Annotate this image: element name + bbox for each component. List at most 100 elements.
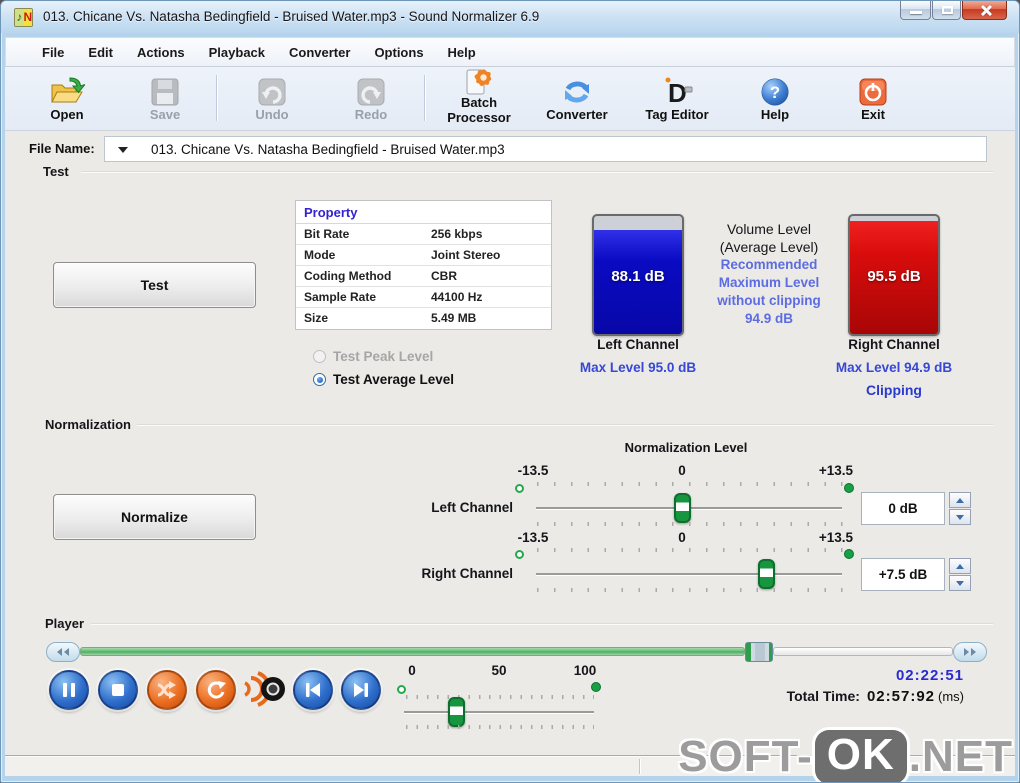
- toolbar-undo-button[interactable]: Undo: [224, 71, 320, 122]
- toolbar-tag-editor-button[interactable]: D Tag Editor: [629, 71, 725, 122]
- toolbar-converter-button[interactable]: Converter: [529, 71, 625, 122]
- volume-button[interactable]: [242, 668, 288, 710]
- watermark: SOFT- OK .NET: [678, 730, 1013, 782]
- exit-power-icon: [825, 71, 921, 107]
- watermark-ok-badge: OK: [814, 730, 907, 782]
- volume-min-dot-icon: [397, 685, 406, 694]
- watermark-part1: SOFT-: [678, 732, 813, 781]
- right-slider-thumb[interactable]: [758, 559, 775, 589]
- app-icon: ♪ N: [14, 8, 33, 27]
- volume-slider-thumb[interactable]: [448, 697, 465, 727]
- progress-bar-filled[interactable]: [80, 647, 745, 656]
- chevron-down-icon[interactable]: [118, 147, 128, 153]
- menu-converter[interactable]: Converter: [277, 41, 362, 64]
- close-icon: [979, 4, 992, 17]
- menu-edit[interactable]: Edit: [76, 41, 125, 64]
- help-question-icon: ?: [727, 71, 823, 107]
- left-channel-meter: 88.1 dB: [592, 214, 684, 336]
- table-row: Coding Method CBR: [296, 266, 551, 287]
- toolbar-open-button[interactable]: Open: [19, 71, 115, 122]
- menu-playback[interactable]: Playback: [197, 41, 277, 64]
- left-db-spinbox[interactable]: 0 dB: [861, 492, 945, 525]
- left-slider-thumb[interactable]: [674, 493, 691, 523]
- converter-refresh-icon: [529, 71, 625, 107]
- right-slider-lower-ticks: [537, 588, 843, 592]
- progress-bar-remaining[interactable]: [773, 647, 953, 656]
- save-floppy-icon: [117, 71, 213, 107]
- file-name-combobox[interactable]: 013. Chicane Vs. Natasha Bedingfield - B…: [104, 136, 987, 162]
- repeat-icon: [207, 681, 226, 699]
- previous-track-icon: [306, 683, 320, 697]
- toolbar-save-button[interactable]: Save: [117, 71, 213, 122]
- stop-button[interactable]: [98, 670, 138, 710]
- watermark-part3: .NET: [908, 732, 1013, 781]
- close-button[interactable]: [962, 1, 1007, 20]
- file-name-value: 013. Chicane Vs. Natasha Bedingfield - B…: [151, 142, 505, 157]
- test-group-line: [81, 171, 993, 172]
- right-slider-upper-ticks: [537, 548, 843, 552]
- volume-50-label: 50: [491, 663, 507, 678]
- pause-button[interactable]: [49, 670, 89, 710]
- toolbar-redo-button[interactable]: Redo: [323, 71, 419, 122]
- right-slider-min-label: -13.5: [517, 530, 549, 545]
- status-bar-separator: [639, 759, 640, 774]
- left-spin-down-button[interactable]: [949, 509, 971, 525]
- left-spin-up-button[interactable]: [949, 492, 971, 508]
- normalization-level-title: Normalization Level: [624, 440, 748, 455]
- radio-circle-icon: [313, 350, 326, 363]
- normalization-group-label: Normalization: [45, 417, 131, 432]
- repeat-button[interactable]: [196, 670, 236, 710]
- table-row: Size 5.49 MB: [304, 311, 477, 325]
- table-row: Sample Rate 44100 Hz: [296, 287, 551, 308]
- volume-slider[interactable]: [404, 711, 594, 713]
- radio-circle-icon: [313, 373, 326, 386]
- right-channel-slider[interactable]: [536, 573, 842, 575]
- right-max-level: Max Level 94.9 dB: [835, 360, 953, 375]
- right-spin-down-button[interactable]: [949, 575, 971, 591]
- left-meter-value: 88.1 dB: [611, 267, 665, 285]
- toolbar-exit-button[interactable]: Exit: [825, 71, 921, 122]
- minimize-button[interactable]: [900, 1, 931, 20]
- volume-level-info: Volume Level (Average Level) Recommended…: [717, 221, 821, 326]
- total-time-unit: (ms): [938, 689, 964, 704]
- left-slider-zero-label: 0: [678, 463, 686, 478]
- test-button[interactable]: Test: [53, 262, 256, 308]
- app-window: ♪ N 013. Chicane Vs. Natasha Bedingfield…: [0, 0, 1020, 783]
- right-channel-meter: 95.5 dB: [848, 214, 940, 336]
- next-track-button[interactable]: [341, 670, 381, 710]
- menu-options[interactable]: Options: [362, 41, 435, 64]
- right-spin-up-button[interactable]: [949, 558, 971, 574]
- toolbar-help-button[interactable]: ? Help: [727, 71, 823, 122]
- menu-help[interactable]: Help: [436, 41, 488, 64]
- progress-thumb[interactable]: [745, 642, 773, 662]
- toolbar-separator: [216, 75, 217, 121]
- right-slider-min-dot-icon: [515, 550, 524, 559]
- total-time-row: Total Time: 02:57:92 (ms): [787, 688, 964, 705]
- property-table-header: Property: [296, 201, 551, 224]
- progress-right-cap[interactable]: [953, 642, 987, 662]
- progress-left-cap[interactable]: [46, 642, 80, 662]
- shuffle-icon: [157, 681, 176, 699]
- pause-icon: [63, 683, 75, 697]
- maximize-button[interactable]: [932, 1, 961, 20]
- right-channel-label: Right Channel: [848, 337, 940, 352]
- menu-file[interactable]: File: [30, 41, 76, 64]
- toolbar-batch-processor-button[interactable]: Batch Processor: [431, 69, 527, 125]
- left-slider-lower-ticks: [537, 522, 843, 526]
- next-track-icon: [354, 683, 368, 697]
- radio-test-peak-level[interactable]: Test Peak Level: [313, 349, 433, 364]
- right-db-spinbox[interactable]: +7.5 dB: [861, 558, 945, 591]
- maximize-icon: [942, 6, 953, 14]
- table-row: Bit Rate 256 kbps: [296, 224, 551, 245]
- menu-bar: File Edit Actions Playback Converter Opt…: [5, 37, 1015, 67]
- speaker-icon: [244, 671, 285, 707]
- previous-track-button[interactable]: [293, 670, 333, 710]
- left-max-level: Max Level 95.0 dB: [579, 360, 697, 375]
- normalization-group-line: [137, 424, 993, 425]
- shuffle-button[interactable]: [147, 670, 187, 710]
- menu-actions[interactable]: Actions: [125, 41, 197, 64]
- radio-test-average-level[interactable]: Test Average Level: [313, 372, 454, 387]
- table-row: Mode Joint Stereo: [296, 245, 551, 266]
- normalize-button[interactable]: Normalize: [53, 494, 256, 540]
- toolbar: Open Save Undo Redo Batch Processor Conv…: [5, 67, 1015, 131]
